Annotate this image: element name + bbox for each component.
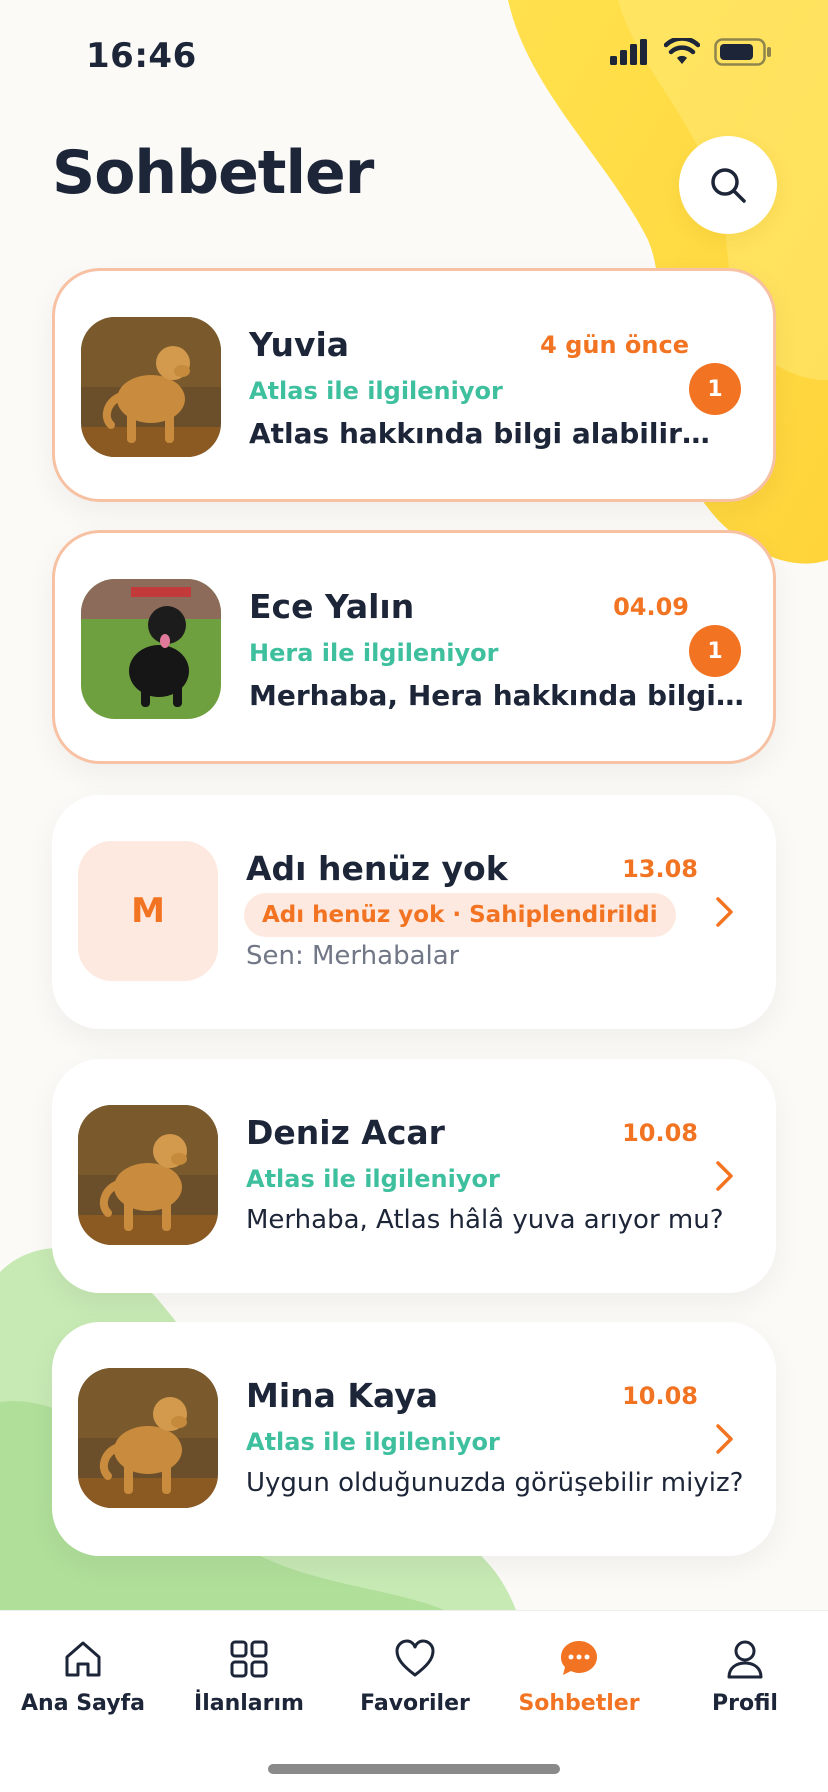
chat-item-ece-yalin[interactable]: Ece Yalın 04.09 Hera ile ilgileniyor Mer… [52,530,776,764]
chat-preview: Merhaba, Hera hakkında bilgi almak istiy… [249,679,749,712]
home-icon [65,1641,101,1677]
chat-interest: Hera ile ilgileniyor [249,639,499,667]
chevron-right-icon [716,897,733,927]
avatar [78,1105,218,1245]
heart-icon [395,1639,435,1677]
chat-name: Adı henüz yok [246,849,508,888]
avatar [78,1368,218,1508]
chat-item-mina-kaya[interactable]: Mina Kaya 10.08 Atlas ile ilgileniyor Uy… [52,1322,776,1556]
avatar [81,579,221,719]
chat-time: 4 gün önce [540,331,689,359]
chat-preview: Atlas hakkında bilgi alabilir miyim? [249,417,719,450]
chat-time: 13.08 [622,855,698,883]
avatar [81,317,221,457]
chat-time: 04.09 [613,593,689,621]
chat-interest: Atlas ile ilgileniyor [246,1165,500,1193]
chat-item-deniz-acar[interactable]: Deniz Acar 10.08 Atlas ile ilgileniyor M… [52,1059,776,1293]
page-title: Sohbetler [52,138,374,208]
grid-icon [230,1640,268,1678]
chat-time: 10.08 [622,1382,698,1410]
user-icon [727,1640,763,1679]
tab-label: Favoriler [360,1691,470,1716]
chat-preview: Merhaba, Atlas hâlâ yuva arıyor mu? [246,1205,724,1235]
unread-badge: 1 [689,363,741,415]
chevron-right-icon [716,1161,733,1191]
tab-ilanlarim[interactable]: İlanlarım [166,1637,332,1716]
chat-name: Ece Yalın [249,587,415,626]
search-icon [711,168,746,203]
chat-name: Deniz Acar [246,1113,445,1152]
unread-badge: 1 [689,625,741,677]
tab-label: İlanlarım [194,1691,304,1716]
golden-retriever-photo [78,1368,218,1508]
avatar: M [78,841,218,981]
chat-time: 10.08 [622,1119,698,1147]
tab-favoriler[interactable]: Favoriler [332,1637,498,1716]
search-button[interactable] [679,136,777,234]
tab-sohbetler[interactable]: Sohbetler [496,1637,662,1716]
tab-profil[interactable]: Profil [662,1637,828,1716]
chat-bubble-icon [561,1641,597,1675]
chevron-right-icon [716,1424,733,1454]
chat-preview: Sen: Merhabalar [246,941,460,971]
golden-retriever-photo [81,317,221,457]
home-indicator [268,1764,560,1774]
status-time: 16:46 [86,36,197,76]
chat-name: Yuvia [249,325,350,364]
black-labrador-photo [81,579,221,719]
golden-retriever-photo [78,1105,218,1245]
tab-ana-sayfa[interactable]: Ana Sayfa [0,1637,166,1716]
status-badge: Adı henüz yok · Sahiplendirildi [244,893,676,937]
chat-interest: Atlas ile ilgileniyor [246,1428,500,1456]
tab-label: Ana Sayfa [21,1691,145,1716]
tab-bar: Ana Sayfa İlanlarım Favoriler Sohbetler … [0,1610,828,1792]
status-icons [610,38,772,66]
chat-item-yuvia[interactable]: Yuvia 4 gün önce Atlas ile ilgileniyor A… [52,268,776,502]
wifi-icon [664,38,700,64]
battery-icon [714,38,771,66]
tab-label: Profil [712,1691,778,1716]
chat-name: Mina Kaya [246,1376,439,1415]
tab-label: Sohbetler [518,1691,640,1716]
cellular-signal-icon [610,39,647,65]
chat-item-adi-henuz-yok[interactable]: M Adı henüz yok 13.08 Adı henüz yok · Sa… [52,795,776,1029]
avatar-letter: M [131,891,165,931]
status-bar: 16:46 [0,0,828,110]
chat-preview: Uygun olduğunuzda görüşebilir miyiz? [246,1468,744,1498]
chat-interest: Atlas ile ilgileniyor [249,377,503,405]
